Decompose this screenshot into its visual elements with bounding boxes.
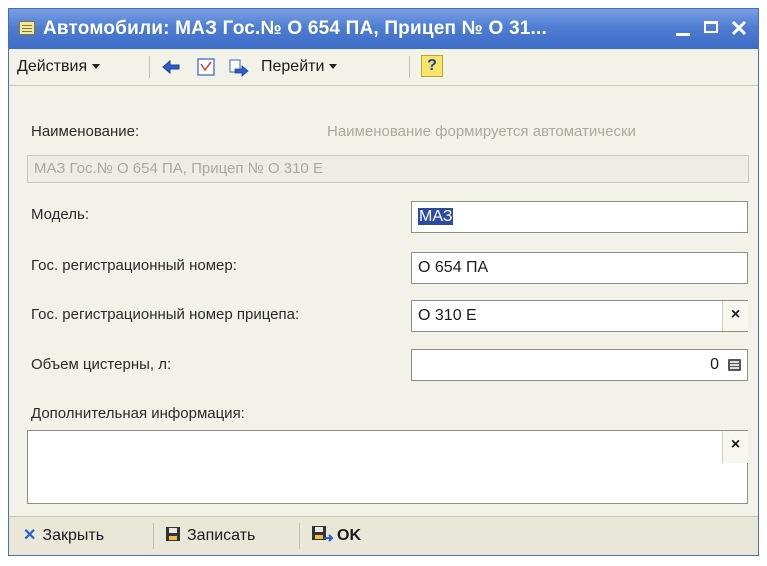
minimize-icon: [676, 33, 690, 36]
chevron-down-icon: [92, 64, 101, 70]
extra-info-label: Дополнительная информация:: [31, 405, 245, 422]
extra-info-textarea[interactable]: [27, 430, 748, 504]
toolbar-divider: [149, 56, 150, 78]
close-icon: ✕: [729, 16, 749, 41]
bottom-bar: ✕ Закрыть Записать OK: [9, 516, 758, 555]
trailer-reg-input[interactable]: О 310 Е: [411, 300, 748, 332]
ok-button-label: OK: [337, 527, 361, 544]
goto-menu[interactable]: Перейти: [261, 55, 338, 79]
save-button[interactable]: Записать: [165, 525, 255, 547]
toolbar: Действия Перейти ?: [9, 49, 758, 86]
ok-button[interactable]: OK: [311, 525, 361, 547]
toolbar-divider: [409, 56, 410, 78]
reg-number-input[interactable]: О 654 ПА: [411, 252, 748, 284]
bottom-divider: [153, 523, 154, 549]
trailer-reg-clear-button[interactable]: ×: [722, 301, 748, 331]
actions-menu[interactable]: Действия: [17, 55, 101, 79]
extra-info-clear-button[interactable]: ×: [722, 431, 748, 463]
close-x-icon: ✕: [23, 527, 37, 544]
title-bar[interactable]: Автомобили: МАЗ Гос.№ О 654 ПА, Прицеп №…: [9, 9, 758, 49]
trailer-reg-input-value: О 310 Е: [418, 307, 477, 324]
chevron-down-icon: [329, 64, 338, 70]
tank-volume-label: Объем цистерны, л:: [31, 356, 172, 373]
model-label: Модель:: [31, 206, 90, 223]
go-to-icon[interactable]: [229, 57, 249, 77]
name-label: Наименование:: [31, 123, 140, 140]
maximize-button[interactable]: [699, 17, 723, 41]
goto-menu-label: Перейти: [261, 58, 325, 75]
save-button-label: Записать: [187, 527, 256, 544]
back-arrow-icon[interactable]: [161, 57, 181, 77]
help-icon[interactable]: ?: [421, 55, 443, 77]
close-button[interactable]: ✕ Закрыть: [23, 525, 104, 547]
structure-icon[interactable]: [196, 57, 216, 77]
floppy-disk-icon: [166, 527, 180, 541]
actions-menu-label: Действия: [17, 58, 88, 75]
tank-volume-input[interactable]: 0: [411, 349, 748, 381]
window: Автомобили: МАЗ Гос.№ О 654 ПА, Прицеп №…: [8, 8, 759, 556]
maximize-icon: [704, 21, 718, 33]
minimize-button[interactable]: [671, 17, 695, 41]
calculator-icon[interactable]: [724, 351, 746, 379]
close-button-label: Закрыть: [42, 527, 105, 544]
model-input[interactable]: МАЗ: [411, 201, 748, 233]
bottom-divider: [299, 523, 300, 549]
form-icon: [19, 21, 35, 35]
window-title: Автомобили: МАЗ Гос.№ О 654 ПА, Прицеп №…: [43, 18, 547, 39]
model-input-value: МАЗ: [418, 208, 454, 225]
name-auto-note: Наименование формируется автоматически: [327, 123, 636, 140]
close-window-button[interactable]: ✕: [727, 17, 751, 41]
save-and-close-icon: [312, 526, 335, 542]
reg-number-label: Гос. регистрационный номер:: [31, 257, 237, 274]
trailer-reg-label: Гос. регистрационный номер прицепа:: [31, 306, 300, 323]
name-field: МАЗ Гос.№ О 654 ПА, Прицеп № О 310 Е: [27, 155, 749, 183]
